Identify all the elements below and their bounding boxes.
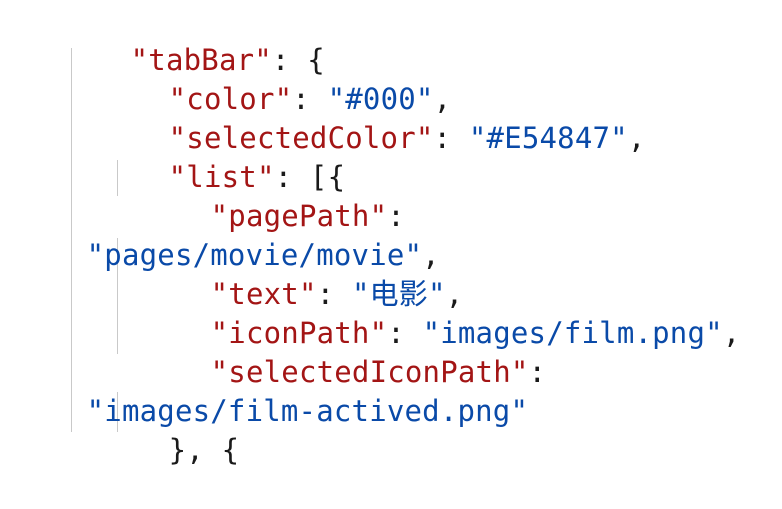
- code-line-tabbar: "tabBar": {: [60, 2, 325, 77]
- json-punct: ,: [627, 121, 646, 155]
- code-line-pagepath-value: "pages/movie/movie",: [16, 197, 440, 272]
- code-line-iconpath: "iconPath": "images/film.png",: [140, 275, 741, 350]
- json-punct: ,: [722, 316, 741, 350]
- code-line-selected-iconpath-value: "images/film-actived.png": [16, 353, 528, 428]
- code-line-list: "list": [{: [98, 119, 345, 194]
- code-line-selected-color: "selectedColor": "#E54847",: [98, 80, 646, 155]
- code-line-close-open: }, {: [98, 392, 239, 467]
- code-line-color: "color": "#000",: [98, 41, 451, 116]
- code-line-text: "text": "电影",: [140, 236, 464, 311]
- code-line-selected-iconpath-key: "selectedIconPath":: [140, 314, 546, 389]
- code-editor[interactable]: "tabBar": { "color": "#000", "selectedCo…: [0, 0, 782, 467]
- json-punct: :: [528, 355, 547, 389]
- json-punct: }, {: [168, 433, 240, 467]
- json-value: "#E54847": [468, 121, 628, 155]
- json-punct: :: [433, 121, 469, 155]
- code-line-pagepath-key: "pagePath":: [140, 158, 405, 233]
